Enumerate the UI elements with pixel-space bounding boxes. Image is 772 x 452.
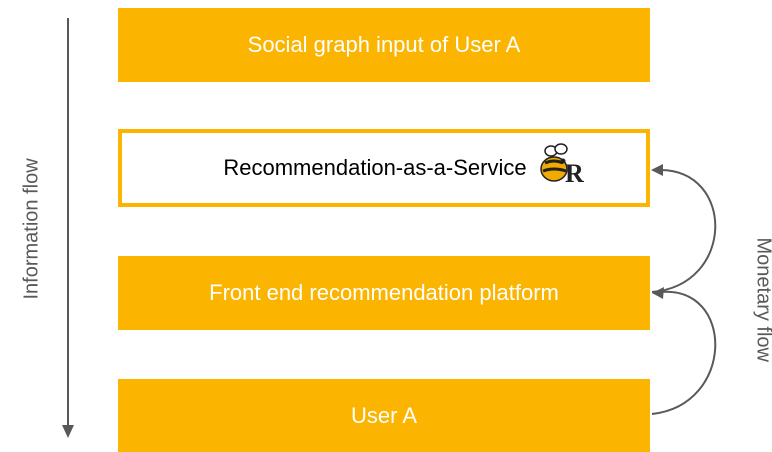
social-graph-input-label: Social graph input of User A bbox=[247, 32, 521, 57]
social-graph-input-box: Social graph input of User A bbox=[118, 8, 650, 82]
user-label: User A bbox=[350, 403, 418, 428]
recommendation-service-label: Recommendation-as-a-Service bbox=[223, 155, 527, 180]
information-flow-arrow bbox=[62, 18, 74, 438]
monetary-flow-arrow-lower bbox=[651, 287, 717, 415]
front-end-platform-label: Front end recommendation platform bbox=[209, 280, 559, 305]
information-flow-label: Information flow bbox=[20, 158, 43, 300]
svg-text:R: R bbox=[565, 159, 584, 187]
recommendation-service-box: Recommendation-as-a-Service R bbox=[118, 129, 650, 207]
monetary-flow-arrow-upper bbox=[651, 164, 717, 293]
user-box: User A bbox=[118, 379, 650, 452]
front-end-platform-box: Front end recommendation platform bbox=[118, 256, 650, 330]
monetary-flow-label: Monetary flow bbox=[752, 237, 772, 363]
bee-r-logo-icon: R bbox=[537, 143, 585, 193]
